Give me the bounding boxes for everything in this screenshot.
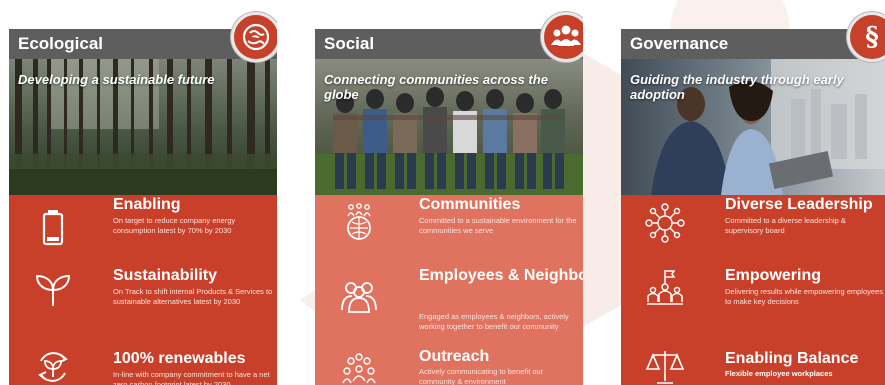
community-globe-icon bbox=[347, 203, 371, 240]
governance-card: Governance § Guiding the industry throug… bbox=[621, 0, 885, 385]
item-description: Delivering results while empowering empl… bbox=[725, 287, 883, 306]
item-title: Enabling Balance bbox=[725, 350, 859, 367]
item-description: Committed to a diverse leadership & supe… bbox=[725, 216, 846, 235]
sprout-icon bbox=[35, 274, 71, 306]
card-subtitle: Developing a sustainable future bbox=[18, 72, 215, 87]
item-description: On target to reduce company energy consu… bbox=[113, 216, 236, 235]
item-description: On Track to shift internal Products & Se… bbox=[113, 287, 273, 306]
card-subtitle: Guiding the industry through early adopt… bbox=[630, 72, 844, 102]
item-title: Sustainability bbox=[113, 267, 218, 284]
item-description: In-line with company commitment to have … bbox=[113, 370, 270, 385]
balance-scale-icon bbox=[645, 351, 685, 384]
people-group-icon bbox=[541, 12, 583, 62]
people-icon bbox=[341, 282, 377, 313]
ecological-card: Ecological Developing a sustainable futu… bbox=[9, 0, 277, 385]
card-subtitle: Connecting communities across the globe bbox=[324, 72, 548, 102]
network-people-icon bbox=[645, 203, 685, 243]
battery-icon bbox=[42, 210, 64, 246]
items-panel: Enabling On target to reduce company ene… bbox=[9, 195, 277, 385]
item-description: Engaged as employees & neighbors, active… bbox=[419, 312, 569, 331]
items-panel: Communities Committed to a sustainable e… bbox=[315, 195, 583, 385]
item-title: Enabling bbox=[113, 196, 181, 213]
item-title: Empowering bbox=[725, 267, 822, 284]
crowd-icon bbox=[342, 353, 376, 384]
globe-hands-icon bbox=[231, 12, 277, 62]
recycle-leaf-icon bbox=[38, 352, 68, 382]
item-description: Flexible employee workplaces bbox=[725, 369, 833, 378]
item-title: Outreach bbox=[419, 348, 490, 365]
item-title: Diverse Leadership bbox=[725, 196, 873, 213]
social-card: Social Connecting communities across the… bbox=[315, 0, 583, 385]
item-description: Actively communicating to benefit our co… bbox=[419, 367, 544, 385]
item-title: 100% renewables bbox=[113, 350, 246, 367]
flag-team-icon bbox=[647, 270, 683, 305]
card-title: Governance bbox=[621, 29, 885, 59]
item-title: Employees & Neighbors bbox=[419, 267, 583, 284]
item-title: Communities bbox=[419, 196, 521, 213]
items-panel: Diverse Leadership Committed to a divers… bbox=[621, 195, 885, 385]
item-description: Committed to a sustainable environment f… bbox=[419, 216, 577, 235]
